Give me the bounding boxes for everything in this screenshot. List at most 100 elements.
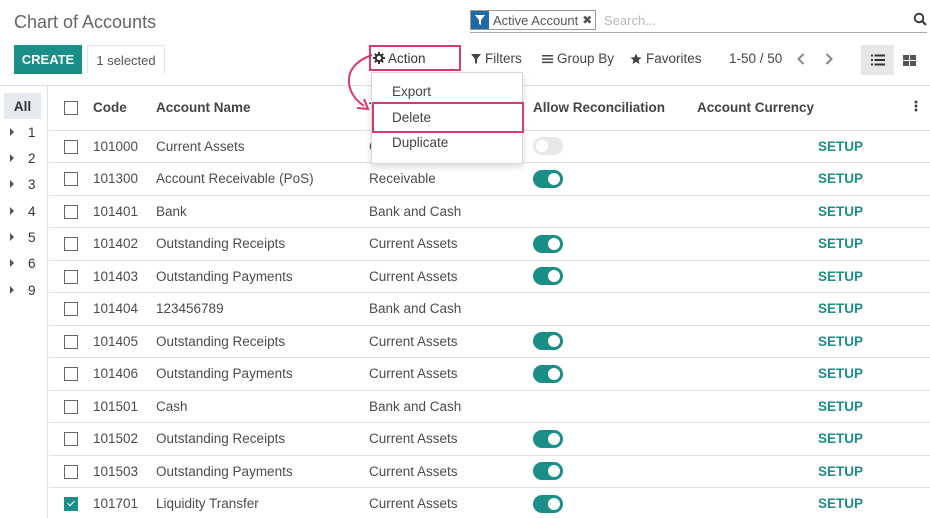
row-checkbox[interactable] xyxy=(64,302,78,317)
reconcile-toggle[interactable] xyxy=(533,364,563,383)
setup-button[interactable]: SETUP xyxy=(818,269,863,284)
select-all-checkbox[interactable] xyxy=(64,101,78,116)
column-header-currency[interactable]: Account Currency xyxy=(697,86,863,131)
table-row[interactable]: 101402 Outstanding Receipts Current Assets… xyxy=(49,227,930,261)
optional-columns-icon[interactable] xyxy=(914,100,918,115)
row-checkbox[interactable] xyxy=(64,367,78,382)
toggle-knob xyxy=(548,270,560,283)
list-view-icon xyxy=(870,54,885,66)
table-row[interactable]: 101502 Outstanding Receipts Current Assets… xyxy=(49,422,930,456)
cell-empty xyxy=(863,390,930,423)
side-panel-all[interactable]: All xyxy=(4,93,41,119)
cell-type: Bank and Cash xyxy=(369,292,533,326)
setup-button[interactable]: SETUP xyxy=(818,204,863,219)
side-panel-group[interactable]: 2 xyxy=(10,148,40,168)
table-row[interactable]: 101406 Outstanding Payments Current Assets… xyxy=(49,357,930,391)
reconcile-toggle[interactable] xyxy=(533,234,563,253)
row-checkbox[interactable] xyxy=(64,464,78,479)
cell-reconcile xyxy=(533,487,697,518)
pager-previous-icon[interactable] xyxy=(795,50,807,68)
cell-empty xyxy=(863,487,930,518)
cell-name: Outstanding Receipts xyxy=(156,227,369,261)
caret-right-icon xyxy=(10,207,14,215)
table-row[interactable]: 101701 Liquidity Transfer Current Assets SE… xyxy=(49,487,930,518)
column-header-reconcile[interactable]: Allow Reconciliation xyxy=(533,86,697,131)
side-panel-group[interactable]: 6 xyxy=(10,253,40,273)
cell-currency: SETUP xyxy=(697,325,863,358)
menu-item-export[interactable]: Export xyxy=(392,84,431,99)
setup-button[interactable]: SETUP xyxy=(818,366,863,381)
cell-currency: SETUP xyxy=(697,390,863,423)
row-checkbox[interactable] xyxy=(64,432,78,447)
cell-type: Receivable xyxy=(369,162,533,196)
setup-button[interactable]: SETUP xyxy=(818,399,863,414)
table-row[interactable]: 101401 Bank Bank and Cash SETUP xyxy=(49,195,930,228)
column-header-name[interactable]: Account Name xyxy=(156,86,369,131)
table-row[interactable]: 101403 Outstanding Payments Current Assets… xyxy=(49,260,930,293)
cell-name: Account Receivable (PoS) xyxy=(156,162,369,196)
row-checkbox[interactable] xyxy=(64,269,78,284)
table-row[interactable]: 101503 Outstanding Payments Current Assets… xyxy=(49,455,930,488)
toggle-knob xyxy=(548,367,560,380)
cell-name: Liquidity Transfer xyxy=(156,487,369,518)
cell-reconcile xyxy=(533,390,697,423)
menu-item-duplicate[interactable]: Duplicate xyxy=(392,135,448,150)
setup-button[interactable]: SETUP xyxy=(818,139,863,154)
search-icon[interactable] xyxy=(913,12,927,26)
pager-next-icon[interactable] xyxy=(823,50,835,68)
column-header-code[interactable]: Code xyxy=(93,86,156,131)
setup-button[interactable]: SETUP xyxy=(818,236,863,251)
reconcile-toggle[interactable] xyxy=(533,429,563,448)
row-checkbox[interactable] xyxy=(64,139,78,154)
table-row[interactable]: 101501 Cash Bank and Cash SETUP xyxy=(49,390,930,423)
cell-code: 101701 xyxy=(93,487,156,518)
row-checkbox[interactable] xyxy=(64,497,78,512)
menu-item-delete[interactable]: Delete xyxy=(392,110,431,125)
table-row[interactable]: 101300 Account Receivable (PoS) Receivable… xyxy=(49,162,930,196)
row-checkbox[interactable] xyxy=(64,204,78,219)
list-view-button[interactable] xyxy=(861,45,894,75)
row-checkbox[interactable] xyxy=(64,237,78,252)
reconcile-toggle[interactable] xyxy=(533,169,563,188)
facet-remove-icon[interactable]: ✖ xyxy=(582,11,596,29)
reconcile-toggle[interactable] xyxy=(533,332,563,351)
reconcile-toggle[interactable] xyxy=(533,494,563,513)
toggle-knob xyxy=(536,140,548,153)
side-panel-group[interactable]: 4 xyxy=(10,201,40,221)
action-button[interactable]: Action xyxy=(369,45,461,71)
cell-reconcile xyxy=(533,292,697,326)
setup-button[interactable]: SETUP xyxy=(818,171,863,186)
caret-right-icon xyxy=(10,128,14,136)
side-panel-group[interactable]: 9 xyxy=(10,280,40,300)
toggle-knob xyxy=(548,497,560,510)
cell-reconcile xyxy=(533,195,697,228)
cell-empty xyxy=(863,162,930,196)
setup-button[interactable]: SETUP xyxy=(818,431,863,446)
filters-button[interactable]: Filters xyxy=(471,51,522,66)
setup-button[interactable]: SETUP xyxy=(818,301,863,316)
side-panel-group[interactable]: 1 xyxy=(10,122,40,142)
groupby-button[interactable]: Group By xyxy=(542,51,614,66)
setup-button[interactable]: SETUP xyxy=(818,334,863,349)
reconcile-toggle[interactable] xyxy=(533,462,563,481)
reconcile-toggle[interactable] xyxy=(533,137,563,156)
search-input[interactable] xyxy=(604,10,904,30)
filter-icon xyxy=(471,11,489,29)
cell-type: Current Assets xyxy=(369,455,533,488)
reconcile-toggle[interactable] xyxy=(533,267,563,286)
side-panel-group[interactable]: 5 xyxy=(10,227,40,247)
side-panel-group[interactable]: 3 xyxy=(10,174,40,194)
row-checkbox[interactable] xyxy=(64,172,78,187)
cell-currency: SETUP xyxy=(697,422,863,456)
row-checkbox[interactable] xyxy=(64,399,78,414)
row-checkbox[interactable] xyxy=(64,334,78,349)
pager-value[interactable]: 1-50 / 50 xyxy=(729,51,782,66)
kanban-view-button[interactable] xyxy=(898,45,920,75)
setup-button[interactable]: SETUP xyxy=(818,496,863,511)
setup-button[interactable]: SETUP xyxy=(818,464,863,479)
favorites-button[interactable]: Favorites xyxy=(630,51,702,66)
table-row[interactable]: 101404 123456789 Bank and Cash SETUP xyxy=(49,292,930,326)
table-row[interactable]: 101405 Outstanding Receipts Current Assets… xyxy=(49,325,930,358)
cell-code: 101403 xyxy=(93,260,156,293)
create-button[interactable]: CREATE xyxy=(14,45,82,74)
